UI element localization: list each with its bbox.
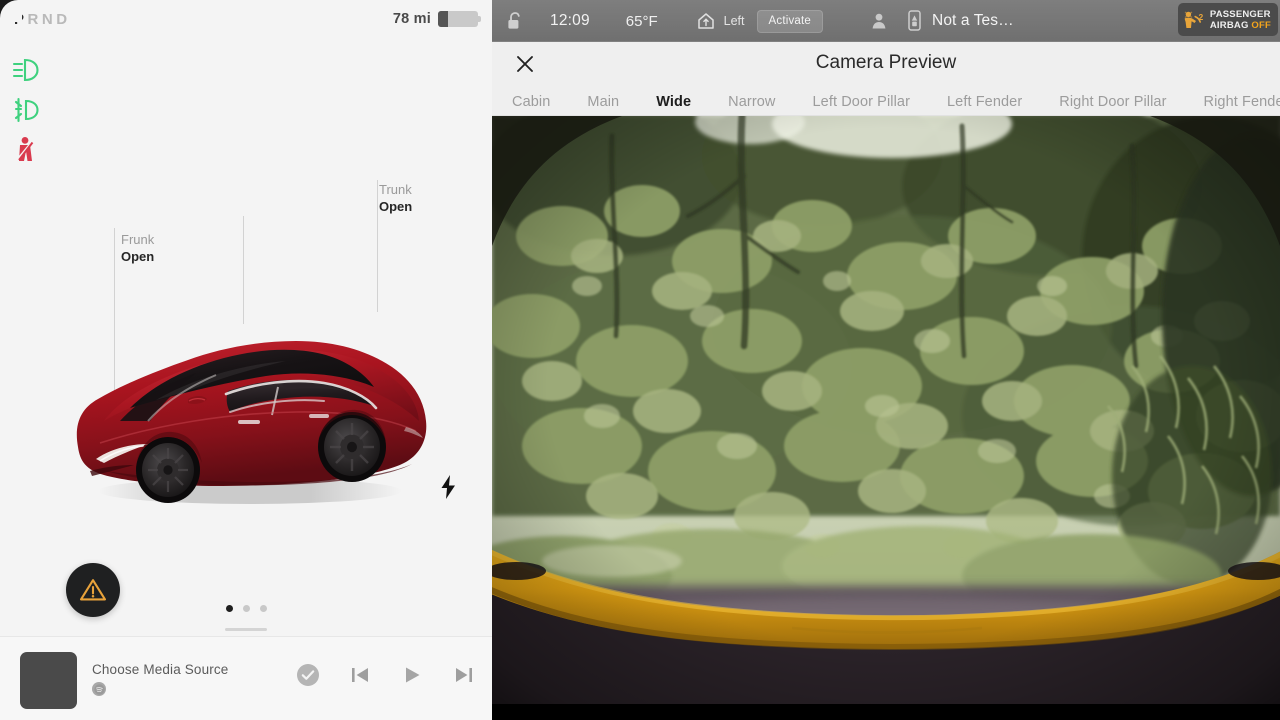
- gear-d: D: [56, 11, 71, 28]
- tab-main[interactable]: Main: [587, 94, 619, 110]
- battery-fill-level: [438, 11, 449, 27]
- camera-preview-panel: 12:09 65°F Left Activate Not a Tes… 2 PA…: [492, 0, 1280, 720]
- passenger-airbag-status-badge[interactable]: 2 PASSENGER AIRBAG OFF: [1177, 3, 1278, 36]
- page-dot-2[interactable]: [243, 605, 250, 612]
- clock-time[interactable]: 12:09: [550, 12, 590, 30]
- media-transport-controls[interactable]: [296, 663, 476, 687]
- phone-key-icon: [907, 10, 923, 32]
- page-dot-3[interactable]: [260, 605, 267, 612]
- camera-feed-viewport[interactable]: [492, 116, 1280, 720]
- tab-right-fender[interactable]: Right Fender: [1204, 94, 1280, 110]
- camera-tab-list[interactable]: Cabin Main Wide Narrow Left Door Pillar …: [492, 87, 1280, 116]
- front-fog-light-icon: [12, 96, 46, 124]
- media-album-art[interactable]: [20, 652, 77, 709]
- media-check-button[interactable]: [296, 663, 320, 687]
- camera-live-image: [492, 116, 1280, 720]
- tab-left-door-pillar[interactable]: Left Door Pillar: [813, 94, 911, 110]
- charge-bolt-icon: [440, 475, 457, 499]
- tab-left-fender[interactable]: Left Fender: [947, 94, 1022, 110]
- screen-corner-decoration: [0, 0, 22, 22]
- person-icon[interactable]: [869, 11, 889, 31]
- airbag-line-1: PASSENGER: [1209, 8, 1271, 20]
- homelink-activate-button[interactable]: Activate: [756, 9, 824, 33]
- gear-n: N: [41, 11, 57, 28]
- status-bar: 12:09 65°F Left Activate Not a Tes… 2 PA…: [492, 0, 1280, 42]
- tesla-infotainment-screen: PRND 78 mi: [0, 0, 1280, 720]
- range-battery-cluster[interactable]: 78 mi: [392, 11, 481, 27]
- trunk-part-label: Trunk: [379, 182, 412, 197]
- vehicle-page-indicator[interactable]: [226, 605, 267, 612]
- media-drag-handle[interactable]: [225, 628, 267, 631]
- media-play-button[interactable]: [400, 663, 424, 687]
- vehicle-alert-button[interactable]: [66, 563, 120, 617]
- tab-cabin[interactable]: Cabin: [512, 94, 550, 110]
- camera-feed-letterbox: [492, 704, 1280, 720]
- homelink-label: Left: [723, 14, 745, 28]
- media-source-logo-icon: [92, 682, 106, 696]
- frunk-status-callout: Frunk Open: [121, 231, 154, 265]
- tab-wide[interactable]: Wide: [656, 94, 691, 110]
- homelink-control[interactable]: Left: [696, 11, 745, 31]
- unlocked-padlock-icon[interactable]: [506, 10, 528, 32]
- tab-narrow[interactable]: Narrow: [728, 94, 775, 110]
- garage-home-icon: [697, 13, 714, 29]
- gear-selector-prnd[interactable]: PRND: [14, 11, 71, 28]
- airbag-line-2: AIRBAG OFF: [1209, 19, 1271, 31]
- media-next-button[interactable]: [452, 663, 476, 687]
- camera-preview-header: Camera Preview: [492, 42, 1280, 87]
- media-player-bar[interactable]: Choose Media Source: [0, 628, 492, 720]
- warning-triangle-icon: [79, 579, 107, 601]
- driver-profile-name[interactable]: Not a Tes…: [932, 12, 1014, 30]
- media-previous-button[interactable]: [348, 663, 372, 687]
- page-title: Camera Preview: [815, 52, 957, 73]
- low-beam-headlight-icon: [12, 56, 46, 84]
- range-value: 78 mi: [392, 11, 431, 27]
- battery-icon: [438, 11, 481, 27]
- driver-vehicle-panel: PRND 78 mi: [0, 0, 492, 720]
- gear-r: R: [27, 11, 42, 28]
- passenger-airbag-icon: 2: [1184, 11, 1203, 28]
- vehicle-visualization[interactable]: Frunk Open Trunk Open: [0, 150, 492, 570]
- trunk-status-callout: Trunk Open: [379, 181, 412, 215]
- tesla-model-3-render: [76, 341, 427, 504]
- outside-temperature[interactable]: 65°F: [626, 13, 658, 30]
- tab-right-door-pillar[interactable]: Right Door Pillar: [1059, 94, 1166, 110]
- airbag-off-state: OFF: [1251, 19, 1271, 31]
- page-dot-1[interactable]: [226, 605, 233, 612]
- media-source-label[interactable]: Choose Media Source: [92, 662, 228, 677]
- svg-text:2: 2: [1198, 12, 1203, 22]
- trunk-state-label: Open: [379, 199, 413, 214]
- frunk-state-label: Open: [121, 249, 155, 264]
- media-metadata: Choose Media Source: [92, 662, 228, 696]
- frunk-part-label: Frunk: [121, 232, 155, 247]
